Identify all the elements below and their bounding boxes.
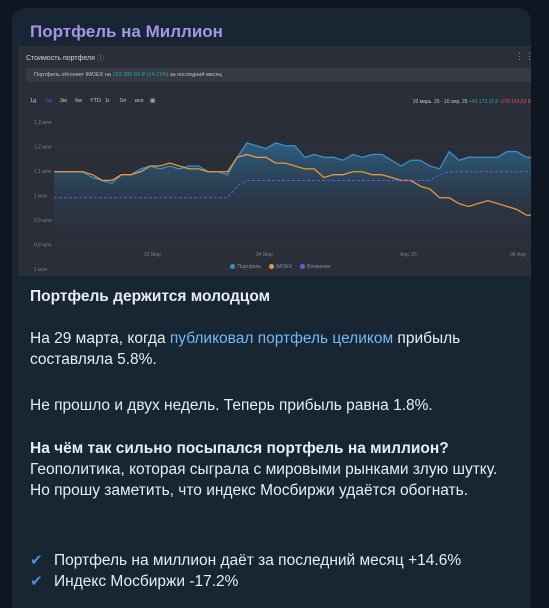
check-list: ✔ Портфель на миллион даёт за последний … [30, 550, 510, 592]
post-heading: Портфель держится молодцом [30, 288, 271, 305]
chart-image[interactable]: Стоимость портфеля ⓘ ⋮⋮ Портфель обгоняет… [18, 46, 531, 276]
check-icon: ✔ [30, 552, 43, 569]
chart-legend: Портфель IMOEX Вложения [18, 264, 531, 270]
p3-body: Геополитика, которая сыграла с мировыми … [30, 461, 498, 499]
check-item-1: ✔ Портфель на миллион даёт за последний … [30, 550, 510, 571]
portfolio-line-chart: 1,3 млн 1,2 млн 1,1 млн 1 млн 0,9 млн 0,8 млн… [34, 120, 531, 273]
y-tick-label: 1,3 млн [34, 120, 52, 126]
post-paragraph-1: На 29 марта, когда публиковал портфель ц… [30, 328, 500, 370]
message-bubble: Портфель на Миллион Стоимость портфеля ⓘ … [12, 8, 531, 608]
check-text-2: Индекс Мосбиржи -17.2% [54, 573, 239, 590]
y-tick-label: 0,9 млн [34, 218, 52, 224]
p3-question: На чём так сильно посыпался портфель на … [30, 440, 449, 457]
channel-title[interactable]: Портфель на Миллион [30, 22, 223, 42]
x-tick-label: 24 Мар [256, 252, 273, 258]
y-tick-label: 0,8 млн [34, 243, 52, 249]
legend-item-1[interactable]: IMOEX [269, 264, 292, 270]
post-paragraph-3: На чём так сильно посыпался портфель на … [30, 438, 500, 501]
p1-before: На 29 марта, когда [30, 330, 170, 347]
check-item-2: ✔ Индекс Мосбиржи -17.2% [30, 571, 510, 592]
x-tick-label: 16 Мар [144, 252, 161, 258]
y-tick-label: 1 млн [34, 194, 48, 200]
legend-item-0[interactable]: Портфель [230, 264, 261, 270]
check-text-1: Портфель на миллион даёт за последний ме… [54, 552, 462, 569]
y-tick-label: 1,1 млн [34, 169, 52, 175]
y-tick-label: 1,2 млн [34, 145, 52, 151]
post-paragraph-2: Не прошло и двух недель. Теперь прибыль … [30, 397, 433, 414]
portfolio-link[interactable]: публиковал портфель целиком [170, 330, 393, 347]
legend-item-2[interactable]: Вложения [300, 264, 331, 270]
x-tick-label: 08 Апр [510, 252, 526, 258]
x-tick-label: Апр '25 [400, 252, 417, 258]
check-icon: ✔ [30, 573, 43, 590]
portfolio-area [54, 142, 531, 244]
